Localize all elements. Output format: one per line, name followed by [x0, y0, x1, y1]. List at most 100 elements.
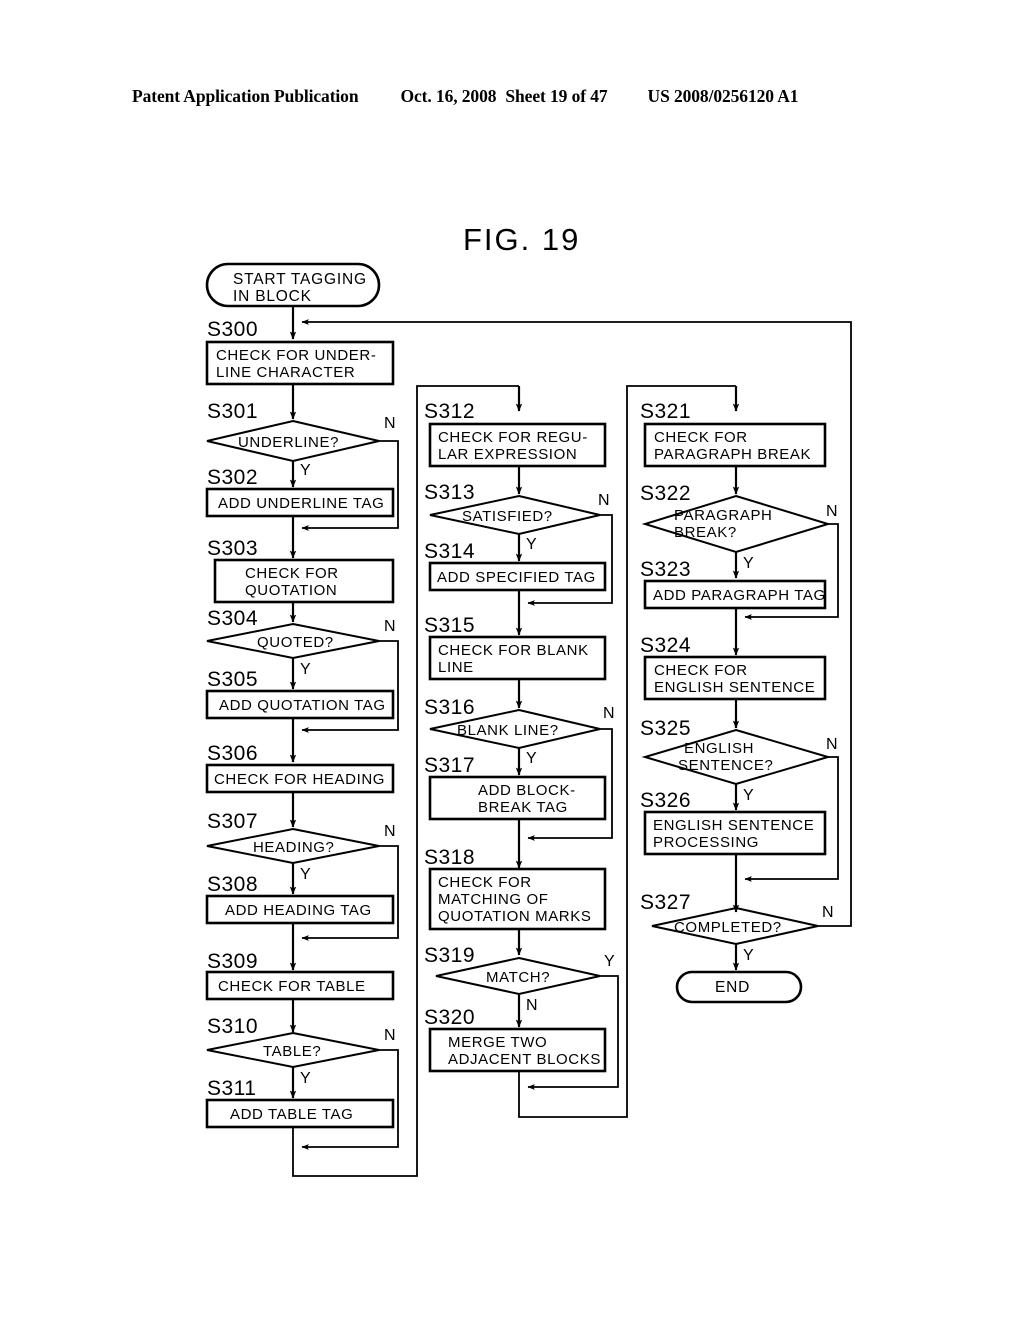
s309-text: CHECK FOR TABLE — [218, 978, 366, 995]
s312-text-line1: CHECK FOR REGU- — [438, 429, 588, 446]
step-label-s326: S326 — [640, 789, 691, 812]
s324-text-line2: ENGLISH SENTENCE — [654, 679, 815, 696]
step-label-s313: S313 — [424, 481, 475, 504]
step-label-s308: S308 — [207, 873, 258, 896]
s327-text: COMPLETED? — [674, 919, 782, 936]
s325-text-line2: SENTENCE? — [678, 757, 773, 774]
s316-text: BLANK LINE? — [457, 722, 559, 739]
node-s300: CHECK FOR UNDER- LINE CHARACTER — [205, 340, 395, 386]
s307-yes-label: Y — [300, 866, 311, 883]
node-s309: CHECK FOR TABLE — [205, 970, 395, 1001]
s325-yes-label: Y — [743, 787, 754, 804]
node-s326: ENGLISH SENTENCE PROCESSING — [643, 810, 827, 856]
conn-s310-no-bypass — [301, 1049, 399, 1150]
node-s315: CHECK FOR BLANK LINE — [428, 635, 607, 681]
step-label-s315: S315 — [424, 614, 475, 637]
s313-text: SATISFIED? — [462, 508, 553, 525]
s326-text-line1: ENGLISH SENTENCE — [653, 817, 814, 834]
start-label-line1: START TAGGING — [233, 271, 367, 288]
step-label-s305: S305 — [207, 668, 258, 691]
s304-no-label: N — [384, 618, 396, 635]
s304-text: QUOTED? — [257, 634, 334, 651]
s311-text: ADD TABLE TAG — [230, 1106, 353, 1123]
node-s311: ADD TABLE TAG — [205, 1098, 395, 1129]
node-s314: ADD SPECIFIED TAG — [428, 561, 607, 592]
step-label-s322: S322 — [640, 482, 691, 505]
node-s324: CHECK FOR ENGLISH SENTENCE — [643, 655, 827, 701]
s310-yes-label: Y — [300, 1070, 311, 1087]
s326-text-line2: PROCESSING — [653, 834, 759, 851]
s319-no-label: N — [526, 997, 538, 1014]
s319-text: MATCH? — [486, 969, 550, 986]
step-label-s327: S327 — [640, 891, 691, 914]
step-label-s317: S317 — [424, 754, 475, 777]
node-s317: ADD BLOCK- BREAK TAG — [428, 775, 607, 821]
s303-text-line1: CHECK FOR — [245, 565, 339, 582]
step-label-s309: S309 — [207, 950, 258, 973]
step-label-s316: S316 — [424, 696, 475, 719]
step-label-s320: S320 — [424, 1006, 475, 1029]
s305-text: ADD QUOTATION TAG — [219, 697, 386, 714]
step-label-s321: S321 — [640, 400, 691, 423]
node-end: END — [675, 970, 803, 1004]
node-start: START TAGGING IN BLOCK — [205, 262, 381, 308]
s322-text-line1: PARAGRAPH — [674, 507, 772, 524]
step-label-s302: S302 — [207, 466, 258, 489]
step-label-s307: S307 — [207, 810, 258, 833]
node-s301: UNDERLINE? — [206, 419, 380, 463]
step-label-s319: S319 — [424, 944, 475, 967]
step-label-s304: S304 — [207, 607, 258, 630]
s312-text-line2: LAR EXPRESSION — [438, 446, 577, 463]
s310-no-label: N — [384, 1027, 396, 1044]
node-s320: MERGE TWO ADJACENT BLOCKS — [428, 1027, 607, 1073]
s300-text-line2: LINE CHARACTER — [216, 364, 355, 381]
node-s310: TABLE? — [206, 1031, 380, 1069]
s301-text: UNDERLINE? — [238, 434, 339, 451]
s301-yes-label: Y — [300, 462, 311, 479]
s321-text-line1: CHECK FOR — [654, 429, 748, 446]
s320-text-line2: ADJACENT BLOCKS — [448, 1051, 601, 1068]
s307-text: HEADING? — [253, 839, 335, 856]
s318-text-line3: QUOTATION MARKS — [438, 908, 591, 925]
node-s308: ADD HEADING TAG — [205, 894, 395, 925]
s316-no-label: N — [603, 705, 615, 722]
s306-text: CHECK FOR HEADING — [214, 771, 385, 788]
step-label-s312: S312 — [424, 400, 475, 423]
patent-page: Patent Application Publication Oct. 16, … — [0, 0, 1024, 1320]
s303-text-line2: QUOTATION — [245, 582, 337, 599]
s323-text: ADD PARAGRAPH TAG — [653, 587, 826, 604]
s327-yes-label: Y — [743, 947, 754, 964]
start-label-line2: IN BLOCK — [233, 288, 312, 305]
flowchart-diagram: START TAGGING IN BLOCK S300 CHECK FOR UN… — [205, 262, 852, 1177]
step-label-s303: S303 — [207, 537, 258, 560]
s317-text-line2: BREAK TAG — [478, 799, 568, 816]
s322-text-line2: BREAK? — [674, 524, 737, 541]
s318-text-line2: MATCHING OF — [438, 891, 548, 908]
s320-text-line1: MERGE TWO — [448, 1034, 547, 1051]
step-label-s325: S325 — [640, 717, 691, 740]
step-label-s306: S306 — [207, 742, 258, 765]
node-s302: ADD UNDERLINE TAG — [205, 487, 395, 518]
s313-yes-label: Y — [526, 536, 537, 553]
s300-text-line1: CHECK FOR UNDER- — [216, 347, 376, 364]
s304-yes-label: Y — [300, 661, 311, 678]
node-s303: CHECK FOR QUOTATION — [213, 558, 395, 604]
s315-text-line1: CHECK FOR BLANK — [438, 642, 589, 659]
s317-text-line1: ADD BLOCK- — [478, 782, 576, 799]
step-label-s324: S324 — [640, 634, 691, 657]
s325-no-label: N — [826, 736, 838, 753]
s302-text: ADD UNDERLINE TAG — [218, 495, 384, 512]
step-label-s323: S323 — [640, 558, 691, 581]
node-s306: CHECK FOR HEADING — [205, 763, 395, 794]
s313-no-label: N — [598, 492, 610, 509]
s314-text: ADD SPECIFIED TAG — [437, 569, 596, 586]
s310-text: TABLE? — [263, 1043, 321, 1060]
s308-text: ADD HEADING TAG — [225, 902, 372, 919]
s318-text-line1: CHECK FOR — [438, 874, 532, 891]
node-s307: HEADING? — [206, 827, 380, 865]
s319-yes-label: Y — [604, 953, 615, 970]
s301-no-label: N — [384, 415, 396, 432]
s322-no-label: N — [826, 503, 838, 520]
s316-yes-label: Y — [526, 750, 537, 767]
s307-no-label: N — [384, 823, 396, 840]
